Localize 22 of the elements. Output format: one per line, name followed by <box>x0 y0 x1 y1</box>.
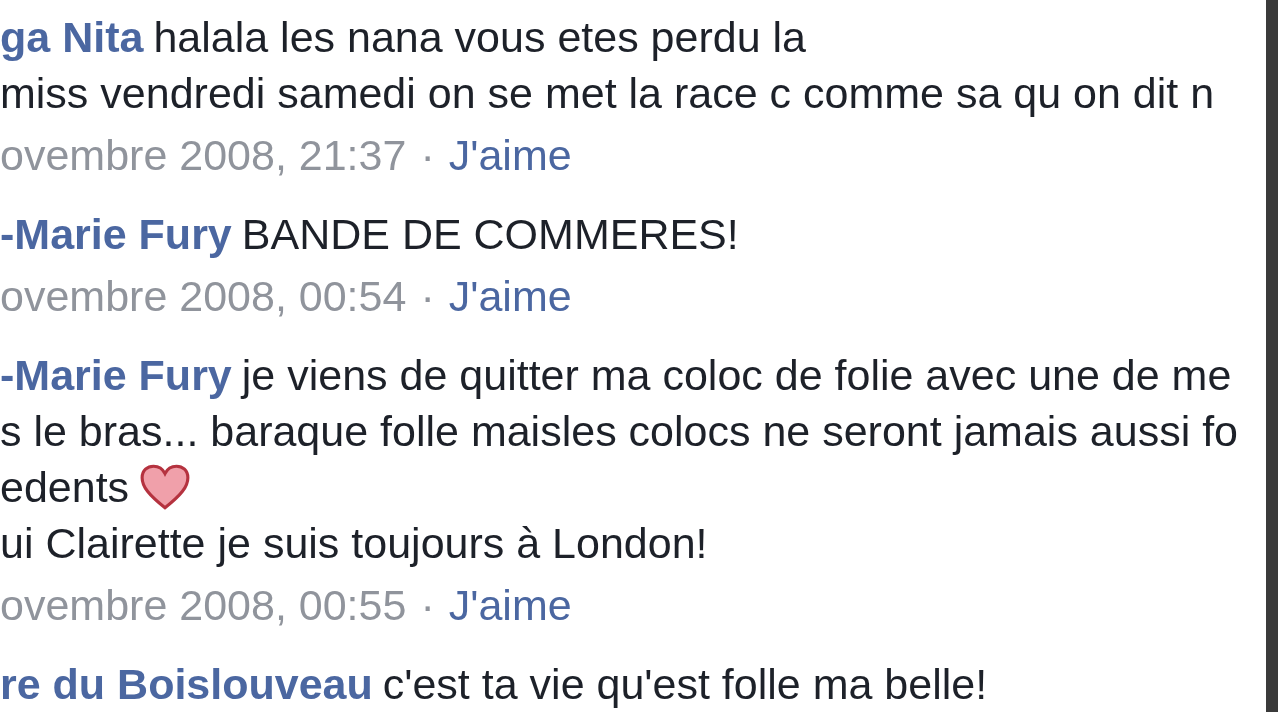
author-name[interactable]: re du Boislouveau <box>0 659 373 709</box>
comment-text: miss vendredi samedi on se met la race c comme sa qu on dit n <box>0 68 1215 118</box>
comment-text: ui Clairette je suis toujours à London! <box>0 518 708 568</box>
separator: · <box>420 130 435 180</box>
comment-text: s le bras... baraque folle maisles colocs ne seront jamais aussi fo <box>0 406 1239 456</box>
comment-text: halala les nana vous etes perdu la <box>153 12 806 62</box>
comment-date: ovembre 2008, 00:55 <box>0 580 407 630</box>
comment-date: ovembre 2008, 00:54 <box>0 271 407 321</box>
comment-text: BANDE DE COMMERES! <box>241 209 739 259</box>
heart-icon <box>139 463 192 511</box>
separator: · <box>420 271 435 321</box>
author-name[interactable]: ga Nita <box>0 12 144 62</box>
comment-text: je viens de quitter ma coloc de folie avec une de me <box>241 350 1232 400</box>
author-name[interactable]: -Marie Fury <box>0 350 232 400</box>
comment-text: c'est ta vie qu'est folle ma belle! <box>382 659 988 709</box>
separator: · <box>420 580 435 630</box>
like-link[interactable]: J'aime <box>448 271 572 321</box>
like-link[interactable]: J'aime <box>448 130 572 180</box>
comment-date: ovembre 2008, 21:37 <box>0 130 407 180</box>
like-link[interactable]: J'aime <box>448 580 572 630</box>
comment-text: edents <box>0 462 130 512</box>
author-name[interactable]: -Marie Fury <box>0 209 232 259</box>
